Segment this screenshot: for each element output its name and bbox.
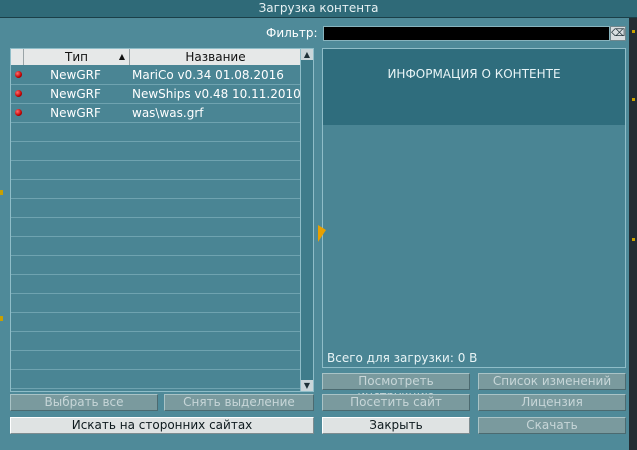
background-mark (632, 30, 635, 33)
content-list[interactable]: Тип Название NewGRF MariCo v0.34 01.08.20… (10, 48, 302, 392)
download-button[interactable]: Скачать (478, 417, 626, 434)
content-info-panel: ИНФОРМАЦИЯ О КОНТЕНТЕ Всего для загрузки… (322, 48, 626, 368)
empty-row[interactable] (11, 351, 301, 370)
mouse-cursor-icon (318, 225, 326, 242)
empty-row[interactable] (11, 199, 301, 218)
close-button[interactable]: Закрыть (322, 417, 470, 434)
empty-row[interactable] (11, 237, 301, 256)
row-type: NewGRF (50, 87, 101, 101)
deselect-button[interactable]: Снять выделение (164, 394, 314, 411)
list-scrollbar[interactable]: ▲ ▼ (300, 48, 314, 392)
filter-label: Фильтр: (266, 26, 318, 40)
empty-row[interactable] (11, 294, 301, 313)
scroll-up-icon[interactable]: ▲ (301, 49, 313, 60)
window-title[interactable]: Загрузка контента (0, 0, 637, 18)
name-column-header[interactable]: Название (130, 49, 301, 65)
background-edge (629, 18, 637, 450)
empty-row[interactable] (11, 142, 301, 161)
view-readme-button[interactable]: Посмотреть инструкцию (322, 373, 470, 403)
license-button[interactable]: Лицензия (478, 394, 626, 411)
empty-row[interactable] (11, 313, 301, 332)
row-name: was\was.grf (132, 106, 204, 120)
status-dot-icon[interactable] (15, 90, 22, 97)
background-mark (0, 316, 3, 321)
empty-row[interactable] (11, 332, 301, 351)
info-title: ИНФОРМАЦИЯ О КОНТЕНТЕ (387, 67, 561, 81)
empty-row[interactable] (11, 123, 301, 142)
content-rows: NewGRF MariCo v0.34 01.08.2016 NewGRF NewSh… (11, 66, 301, 391)
total-download-text: Всего для загрузки: 0 B (327, 351, 478, 365)
empty-row[interactable] (11, 370, 301, 389)
list-header: Тип Название (11, 49, 301, 65)
empty-row[interactable] (11, 161, 301, 180)
visit-site-button[interactable]: Посетить сайт (322, 394, 470, 411)
empty-row[interactable] (11, 218, 301, 237)
filter-input[interactable] (323, 26, 610, 41)
empty-row[interactable] (11, 275, 301, 294)
status-dot-icon[interactable] (15, 109, 22, 116)
clear-icon[interactable]: ⌫ (610, 26, 626, 41)
scroll-down-icon[interactable]: ▼ (301, 380, 313, 391)
table-row[interactable]: NewGRF was\was.grf (11, 104, 301, 123)
info-header: ИНФОРМАЦИЯ О КОНТЕНТЕ (323, 49, 625, 125)
type-column-header[interactable]: Тип (24, 49, 130, 65)
status-column-header[interactable] (11, 49, 24, 65)
empty-row[interactable] (11, 256, 301, 275)
table-row[interactable]: NewGRF NewShips v0.48 10.11.2010 (11, 85, 301, 104)
row-type: NewGRF (50, 68, 101, 82)
table-row[interactable]: NewGRF MariCo v0.34 01.08.2016 (11, 66, 301, 85)
background-mark (632, 98, 635, 101)
changelog-button[interactable]: Список изменений (478, 373, 626, 390)
empty-row[interactable] (11, 180, 301, 199)
background-mark (0, 190, 3, 195)
row-name: NewShips v0.48 10.11.2010 (132, 87, 301, 101)
search-external-button[interactable]: Искать на сторонних сайтах (10, 417, 314, 434)
background-mark (632, 238, 635, 241)
row-type: NewGRF (50, 106, 101, 120)
row-name: MariCo v0.34 01.08.2016 (132, 68, 284, 82)
status-dot-icon[interactable] (15, 71, 22, 78)
select-all-button[interactable]: Выбрать все (10, 394, 158, 411)
